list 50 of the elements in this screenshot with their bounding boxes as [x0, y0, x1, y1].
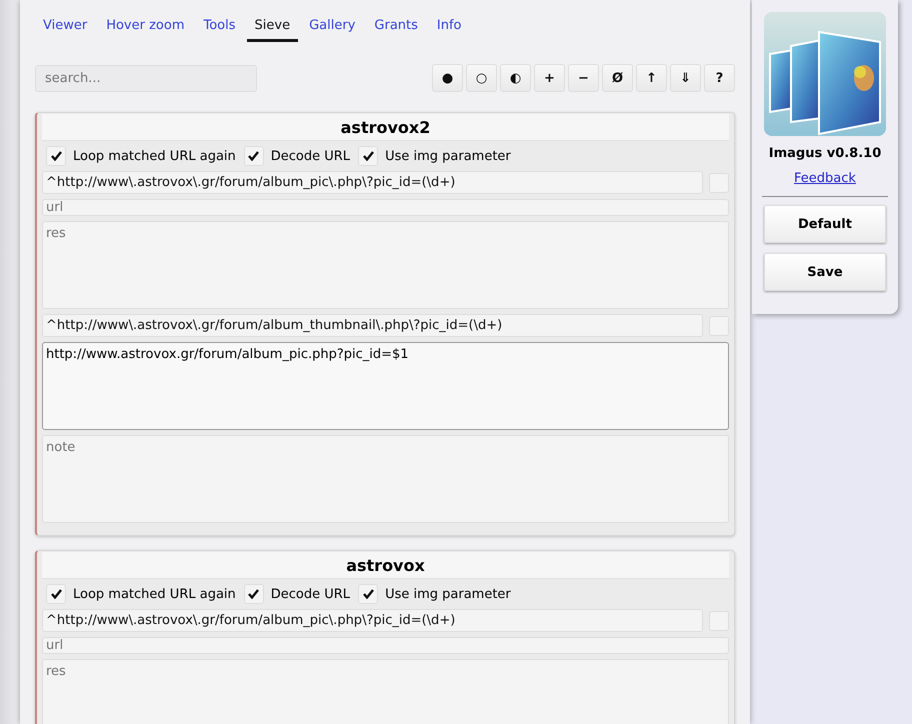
text-area[interactable]: res [42, 221, 729, 309]
sieve-title: astrovox [42, 552, 729, 579]
checkbox-label: Loop matched URL again [73, 148, 236, 164]
checkbox-label: Decode URL [270, 586, 350, 602]
sidebar-button[interactable]: Save [764, 253, 886, 291]
checkbox[interactable] [46, 146, 66, 166]
toolbar-button[interactable]: ↑ [636, 64, 667, 92]
tab[interactable]: Gallery [301, 12, 364, 42]
tab[interactable]: Viewer [35, 12, 96, 42]
tab[interactable]: Tools [196, 12, 244, 42]
toolbar-button[interactable]: ◐ [500, 64, 531, 92]
sieve-title: astrovox2 [42, 114, 729, 141]
checkbox[interactable] [244, 146, 264, 166]
checkbox-label: Loop matched URL again [73, 586, 236, 602]
toolbar-button[interactable]: ● [432, 64, 463, 92]
check-icon [248, 151, 260, 161]
regex-field[interactable]: ^http://www\.astrovox\.gr/forum/album_pic\.php\?pic_id=(\d+) [42, 171, 703, 194]
tab[interactable]: Grants [366, 12, 426, 42]
tab[interactable]: Hover zoom [98, 12, 192, 42]
tab[interactable]: Info [428, 12, 470, 42]
text-area[interactable]: http://www.astrovox.gr/forum/album_pic.php?pic_id=$1 [42, 342, 729, 430]
regex-field[interactable]: ^http://www\.astrovox\.gr/forum/album_pic\.php\?pic_id=(\d+) [42, 609, 703, 632]
toolbar-button[interactable]: Ø [602, 64, 633, 92]
tab[interactable]: Sieve [246, 12, 298, 42]
checkbox-label: Decode URL [270, 148, 350, 164]
toolbar-button[interactable]: ? [704, 64, 735, 92]
check-icon [50, 589, 62, 599]
text-area[interactable]: note [42, 435, 729, 523]
search-field[interactable]: search... [35, 64, 257, 92]
checkbox-label: Use img parameter [385, 148, 511, 164]
regex-field[interactable]: ^http://www\.astrovox\.gr/forum/album_thumbnail\.php\?pic_id=(\d+) [42, 314, 703, 337]
app-title: Imagus v0.8.10 [768, 146, 882, 161]
checkbox[interactable] [244, 584, 264, 604]
toolbar-button[interactable]: ⇓ [670, 64, 701, 92]
url-field[interactable]: url [42, 199, 729, 216]
toolbar-button[interactable]: − [568, 64, 599, 92]
sidebar-button[interactable]: Default [764, 205, 886, 243]
checkbox[interactable] [358, 584, 378, 604]
toolbar-button[interactable]: ○ [466, 64, 497, 92]
check-icon [362, 589, 374, 599]
toolbar-button[interactable]: + [534, 64, 565, 92]
checkbox-label: Use img parameter [385, 586, 511, 602]
feedback-link[interactable]: Feedback [794, 171, 856, 186]
url-field[interactable]: url [42, 637, 729, 654]
check-icon [248, 589, 260, 599]
checkbox[interactable] [46, 584, 66, 604]
check-icon [362, 151, 374, 161]
check-icon [50, 151, 62, 161]
checkbox[interactable] [358, 146, 378, 166]
text-area[interactable]: res [42, 659, 729, 724]
